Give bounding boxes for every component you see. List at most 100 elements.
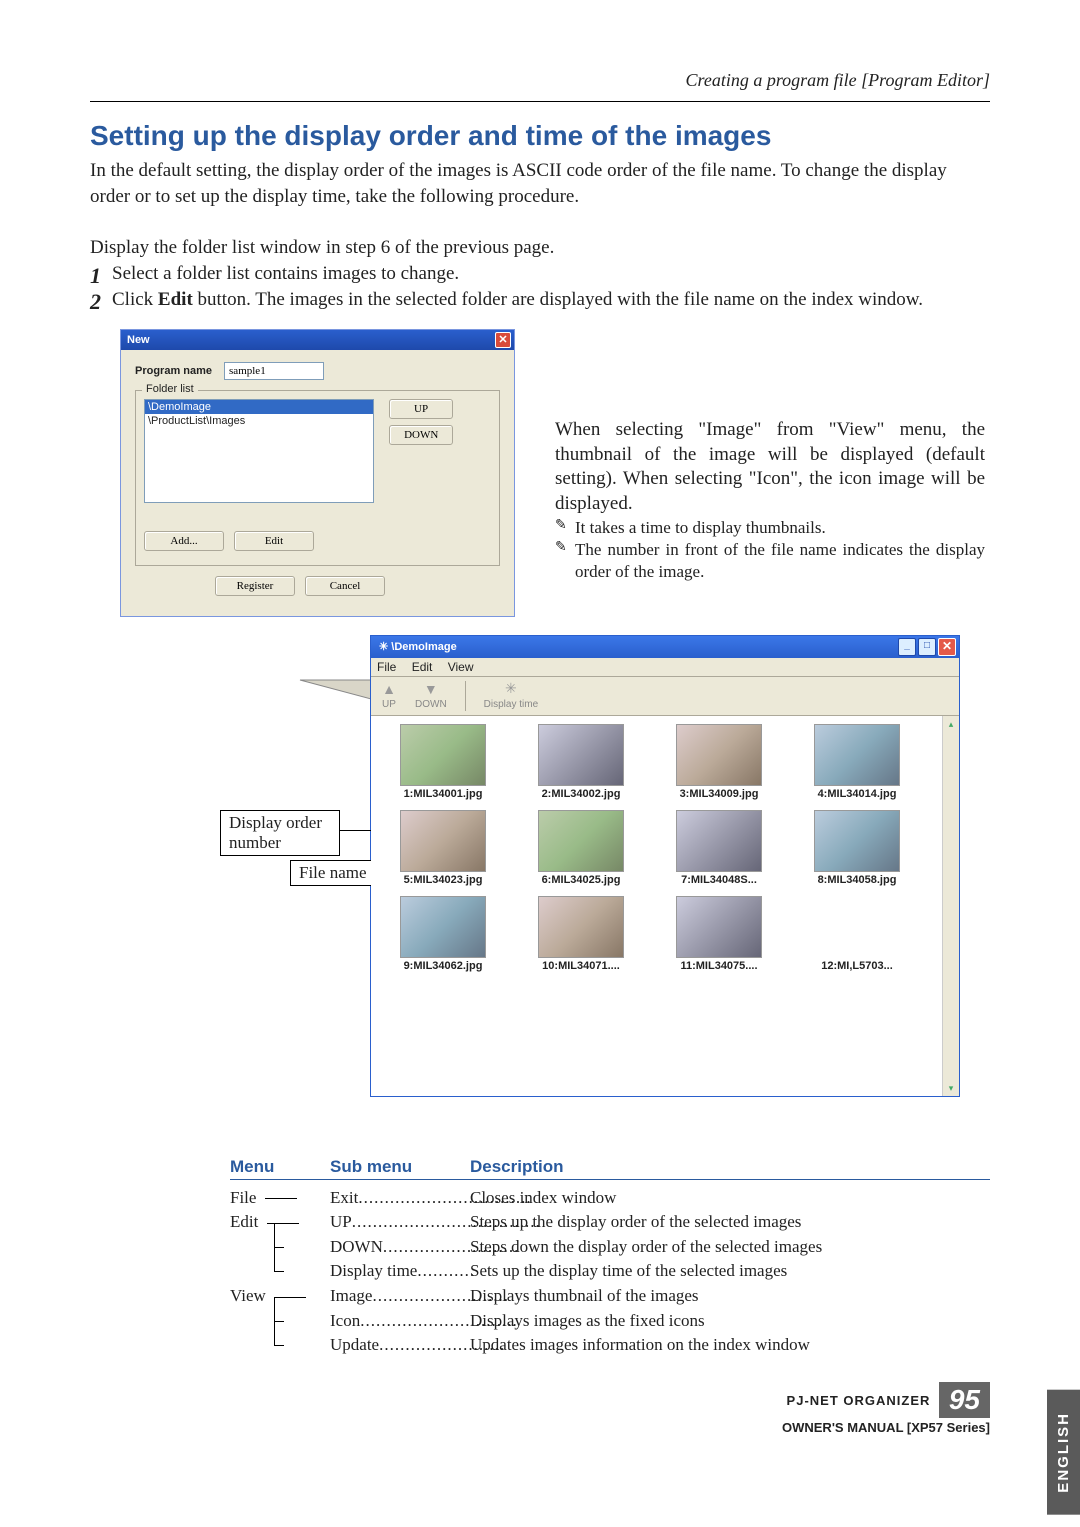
sidenote-p1: When selecting "Image" from "View" menu,… [555,418,985,517]
down-button[interactable]: DOWN [389,425,453,445]
thumb-item[interactable]: 9:MIL34062.jpg [379,896,507,972]
folder-item-selected[interactable]: \DemoImage [145,400,373,414]
toolbar-down-label: DOWN [415,699,447,710]
sidenote-n2: The number in front of the file name ind… [555,539,985,583]
minimize-icon[interactable]: _ [898,638,916,656]
index-toolbar: ▲ UP ▼ DOWN ✳ Display time [371,677,959,716]
col-head-description: Description [470,1157,990,1177]
program-name-input[interactable] [224,362,324,380]
thumb-item[interactable]: 7:MIL34048S... [655,810,783,886]
step-2-bold: Edit [158,289,193,310]
thumb-label: 6:MIL34025.jpg [517,874,645,886]
folder-list-legend: Folder list [142,383,198,395]
desc-up: Steps up the display order of the select… [470,1210,990,1235]
step-1: 1 Select a folder list contains images t… [90,261,990,287]
step-2: 2 Click Edit button. The images in the s… [90,287,990,313]
folder-list-fieldset: Folder list \DemoImage \ProductList\Imag… [135,390,500,566]
section-title: Setting up the display order and time of… [90,120,990,152]
up-arrow-icon: ▲ [381,681,397,697]
add-button[interactable]: Add... [144,531,224,551]
desc-exit: Closes index window [470,1186,990,1211]
thumb-item[interactable]: 6:MIL34025.jpg [517,810,645,886]
thumb-label: 10:MIL34071.... [517,960,645,972]
thumb-item[interactable]: 8:MIL34058.jpg [793,810,921,886]
submenu-image: Image [330,1286,372,1305]
thumb-item[interactable]: 11:MIL34075.... [655,896,783,972]
program-name-label: Program name [135,365,212,377]
close-icon[interactable]: ✕ [495,332,511,348]
index-menubar: File Edit View [371,658,959,677]
thumb-item[interactable]: 4:MIL34014.jpg [793,724,921,800]
header-breadcrumb: Creating a program file [Program Editor] [90,70,990,91]
submenu-exit: Exit [330,1188,358,1207]
page-number: 95 [939,1382,990,1418]
down-arrow-icon: ▼ [423,681,439,697]
step-2-t1: Click [112,289,158,310]
toolbar-up-button[interactable]: ▲ UP [381,681,397,711]
callout-file-name: File name [290,860,376,886]
toolbar-display-time-button[interactable]: ✳ Display time [484,681,538,711]
menu-description-table: Menu Sub menu Description File Exit.....… [230,1157,990,1358]
index-window-title: \DemoImage [391,641,456,653]
scrollbar[interactable]: ▴ ▾ [942,716,959,1096]
header-rule [90,101,990,102]
thumb-item[interactable]: 1:MIL34001.jpg [379,724,507,800]
desc-display-time: Sets up the display time of the selected… [470,1259,990,1284]
scroll-up-icon[interactable]: ▴ [943,716,959,732]
thumb-item[interactable]: 3:MIL34009.jpg [655,724,783,800]
new-dialog-titlebar[interactable]: New ✕ [121,330,514,350]
desc-update: Updates images information on the index … [470,1333,990,1358]
steps-lead: Display the folder list window in step 6… [90,237,990,259]
menu-view-label: View [230,1286,266,1305]
footer-product: PJ-NET ORGANIZER [787,1393,931,1408]
cancel-button[interactable]: Cancel [305,576,385,596]
menu-edit[interactable]: Edit [412,660,433,674]
up-button[interactable]: UP [389,399,453,419]
thumb-label: 8:MIL34058.jpg [793,874,921,886]
menu-file[interactable]: File [377,660,396,674]
toolbar-dt-label: Display time [484,699,538,710]
thumbnail-area: 1:MIL34001.jpg 2:MIL34002.jpg 3:MIL34009… [371,716,959,1096]
sidenote-n1: It takes a time to display thumbnails. [555,517,985,539]
folder-item[interactable]: \ProductList\Images [145,414,373,428]
callout-display-order: Display order number [220,810,340,857]
thumb-label: 5:MIL34023.jpg [379,874,507,886]
intro-paragraph: In the default setting, the display orde… [90,158,990,209]
folder-list-box[interactable]: \DemoImage \ProductList\Images [144,399,374,503]
thumb-label: 1:MIL34001.jpg [379,788,507,800]
menu-file-label: File [230,1188,256,1207]
menu-view[interactable]: View [448,660,474,674]
index-window-title-icon: ✳ [379,641,391,653]
thumb-item[interactable]: 12:MI,L5703... [793,896,921,972]
submenu-icon: Icon [330,1311,360,1330]
thumb-item[interactable]: 5:MIL34023.jpg [379,810,507,886]
submenu-display-time: Display time [330,1261,417,1280]
scroll-down-icon[interactable]: ▾ [943,1080,959,1096]
close-icon[interactable]: ✕ [938,638,956,656]
edit-button[interactable]: Edit [234,531,314,551]
thumb-label: 4:MIL34014.jpg [793,788,921,800]
thumb-label: 7:MIL34048S... [655,874,783,886]
thumb-label: 11:MIL34075.... [655,960,783,972]
submenu-down: DOWN [330,1237,383,1256]
maximize-icon[interactable]: □ [918,638,936,656]
thumb-item[interactable]: 2:MIL34002.jpg [517,724,645,800]
clock-icon: ✳ [503,681,519,697]
submenu-update: Update [330,1335,379,1354]
submenu-up: UP [330,1212,352,1231]
footer-manual: OWNER'S MANUAL [XP57 Series] [90,1420,990,1435]
register-button[interactable]: Register [215,576,295,596]
thumb-label: 3:MIL34009.jpg [655,788,783,800]
desc-icon: Displays images as the fixed icons [470,1309,990,1334]
page-footer: PJ-NET ORGANIZER 95 OWNER'S MANUAL [XP57… [90,1382,990,1435]
side-note: When selecting "Image" from "View" menu,… [555,418,985,583]
step-1-text: Select a folder list contains images to … [112,263,459,284]
new-dialog: New ✕ Program name Folder list \DemoImag… [120,329,515,617]
thumb-label: 12:MI,L5703... [793,960,921,972]
thumb-label: 2:MIL34002.jpg [517,788,645,800]
index-window-titlebar[interactable]: ✳ \DemoImage _ □ ✕ [371,636,959,658]
step-2-number: 2 [90,287,101,317]
col-head-menu: Menu [230,1157,330,1177]
thumb-item[interactable]: 10:MIL34071.... [517,896,645,972]
toolbar-down-button[interactable]: ▼ DOWN [415,681,447,711]
